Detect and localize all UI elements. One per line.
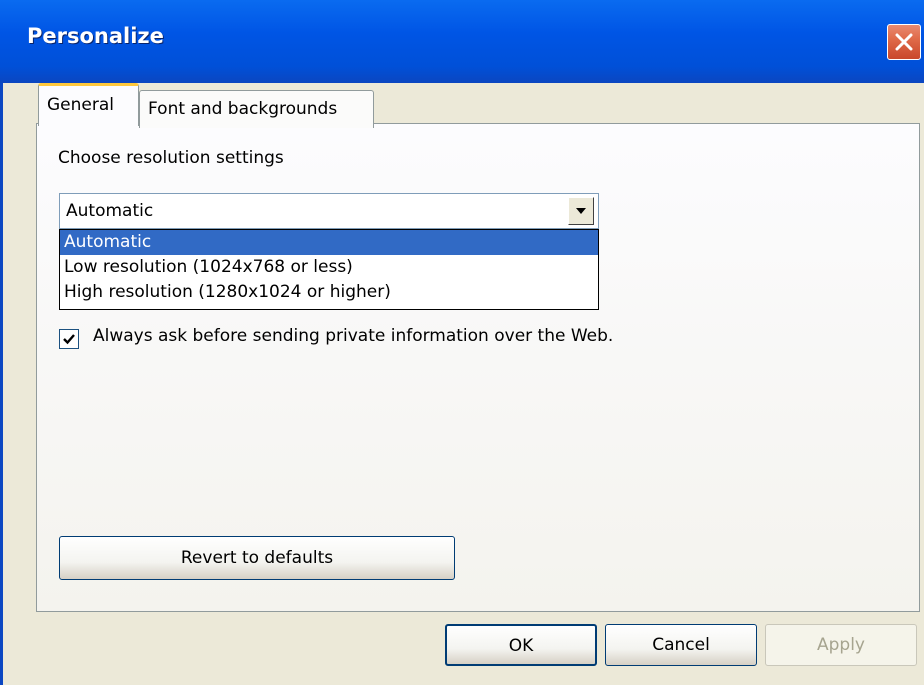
resolution-select[interactable]: Automatic <box>59 193 599 229</box>
privacy-checkbox-label[interactable]: Always ask before sending private inform… <box>93 326 613 346</box>
ok-button[interactable]: OK <box>445 624 597 666</box>
check-icon <box>63 334 75 345</box>
cancel-button[interactable]: Cancel <box>605 624 757 666</box>
resolution-option-low[interactable]: Low resolution (1024x768 or less) <box>60 255 598 280</box>
resolution-section-label: Choose resolution settings <box>58 148 284 168</box>
close-button[interactable] <box>887 24 921 60</box>
resolution-dropdown-button[interactable] <box>568 197 594 225</box>
resolution-option-automatic[interactable]: Automatic <box>60 230 598 255</box>
tab-general[interactable]: General <box>38 83 139 126</box>
privacy-checkbox[interactable] <box>59 329 79 349</box>
apply-button[interactable]: Apply <box>765 624 917 666</box>
chevron-down-icon <box>576 208 586 214</box>
tab-font-and-backgrounds[interactable]: Font and backgrounds <box>139 90 374 128</box>
close-icon <box>895 33 913 51</box>
resolution-select-value: Automatic <box>66 201 154 221</box>
window-title: Personalize <box>27 24 164 48</box>
title-bar[interactable]: Personalize <box>0 0 924 83</box>
revert-to-defaults-button[interactable]: Revert to defaults <box>59 536 455 580</box>
resolution-option-high[interactable]: High resolution (1280x1024 or higher) <box>60 280 598 305</box>
resolution-dropdown-list: Automatic Low resolution (1024x768 or le… <box>59 229 599 310</box>
